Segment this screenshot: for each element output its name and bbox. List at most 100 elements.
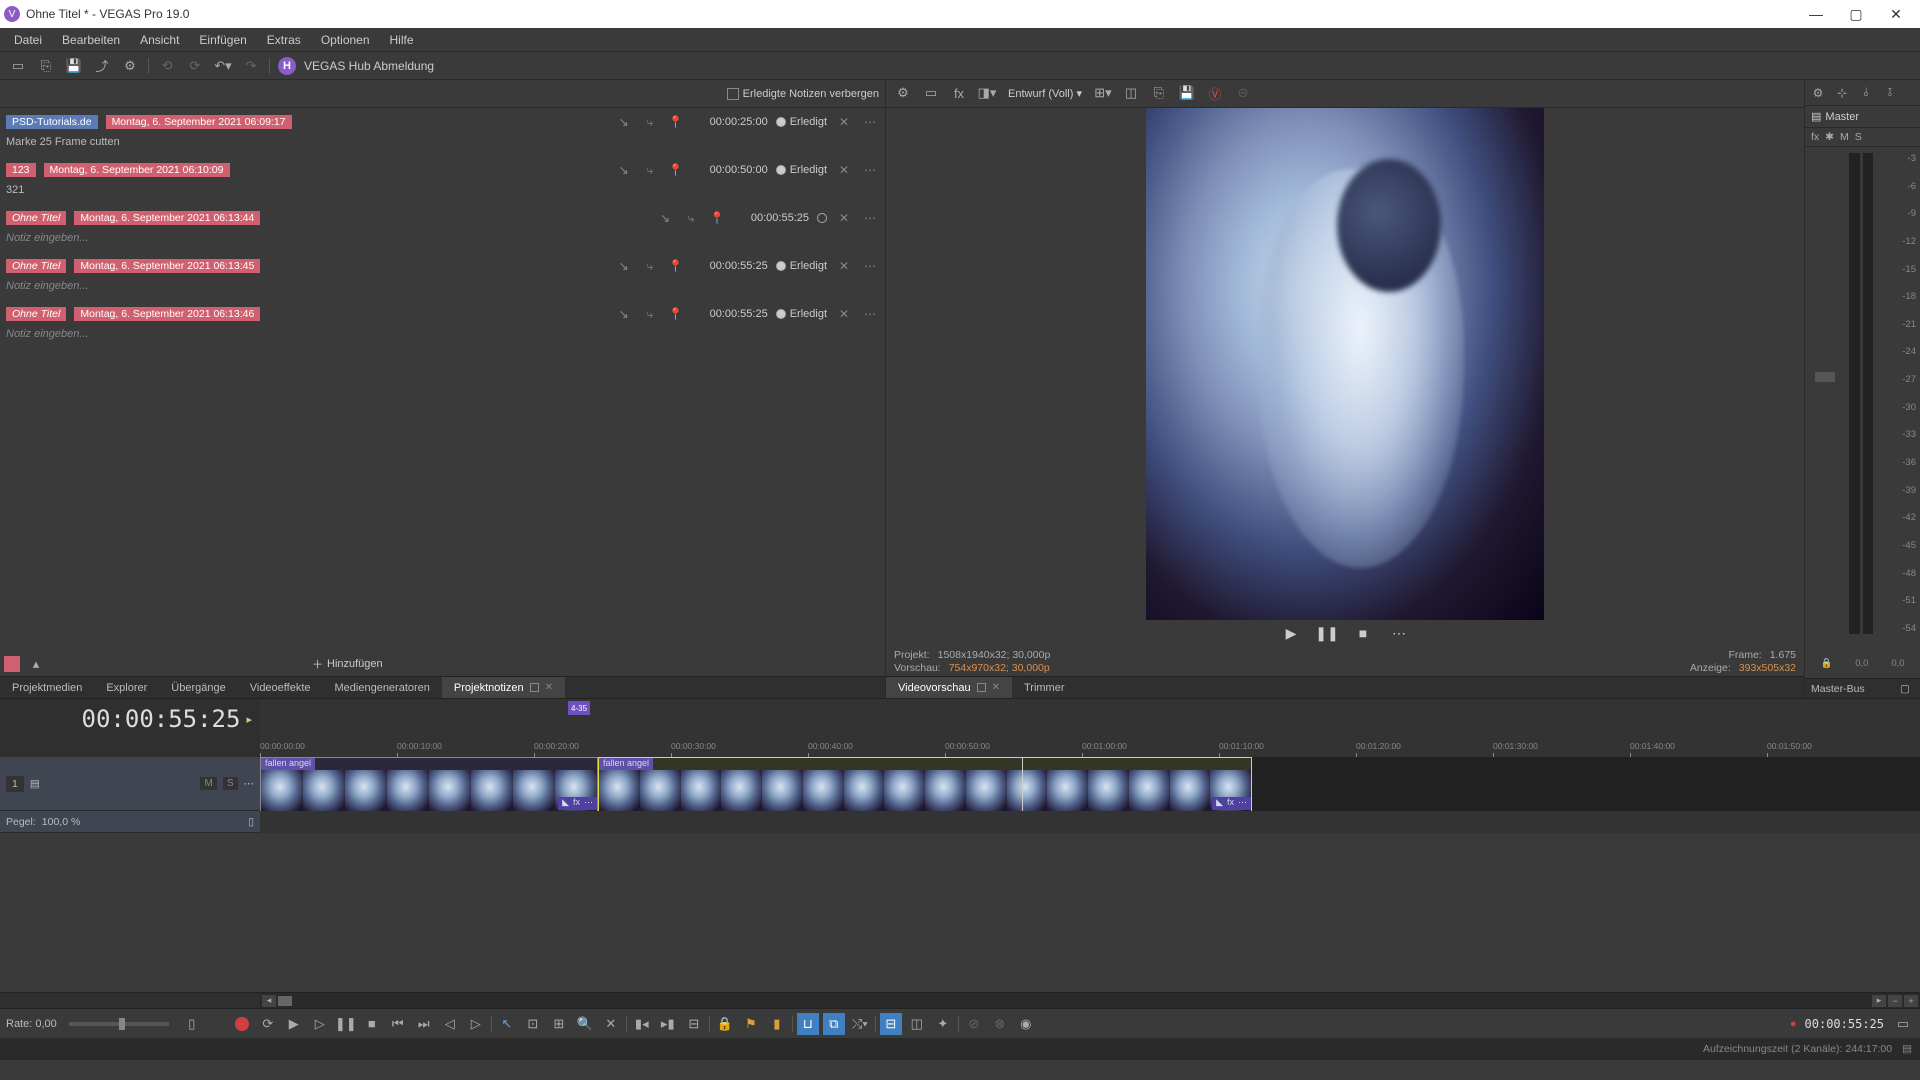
- note-goto-icon[interactable]: ↘: [615, 305, 633, 323]
- note-goto-icon[interactable]: ↘: [615, 113, 633, 131]
- note-status[interactable]: Erledigt: [776, 164, 827, 176]
- trim-end-icon[interactable]: ▸▮: [657, 1013, 679, 1035]
- menu-hilfe[interactable]: Hilfe: [380, 33, 424, 47]
- split-tool-icon[interactable]: ✕: [600, 1013, 622, 1035]
- note-jump-icon[interactable]: ⤷: [641, 305, 659, 323]
- tab-übergänge[interactable]: Übergänge: [159, 677, 237, 698]
- track-menu-icon[interactable]: ▤: [30, 778, 40, 790]
- preview-v-icon[interactable]: Ⓥ: [1204, 82, 1226, 104]
- menu-bearbeiten[interactable]: Bearbeiten: [52, 33, 130, 47]
- note-item[interactable]: PSD-Tutorials.deMontag, 6. September 202…: [0, 108, 885, 156]
- next-frame-button[interactable]: ▷: [465, 1013, 487, 1035]
- note-delete-icon[interactable]: ✕: [835, 305, 853, 323]
- tab-trimmer[interactable]: Trimmer: [1012, 677, 1077, 698]
- preview-settings-icon[interactable]: ⚙: [892, 82, 914, 104]
- note-placeholder[interactable]: Notiz eingeben...: [6, 278, 879, 294]
- scroll-right-button[interactable]: ▸: [1872, 995, 1886, 1007]
- note-status[interactable]: Erledigt: [776, 116, 827, 128]
- preview-quality-dropdown[interactable]: Entwurf (Voll) ▾: [1004, 87, 1086, 100]
- fader-handle-icon[interactable]: [1815, 372, 1835, 382]
- master-insert-icon[interactable]: ⊹: [1833, 84, 1851, 102]
- scroll-left-button[interactable]: ◂: [262, 995, 276, 1007]
- preview-external-icon[interactable]: ▭: [920, 82, 942, 104]
- undo-dropdown-icon[interactable]: ↶▾: [213, 56, 233, 76]
- master-solo-button[interactable]: S: [1855, 131, 1862, 143]
- note-status[interactable]: Erledigt: [776, 308, 827, 320]
- note-more-icon[interactable]: ⋯: [861, 113, 879, 131]
- master-bus-tab[interactable]: Master-Bus ▢: [1805, 678, 1920, 698]
- menu-optionen[interactable]: Optionen: [311, 33, 380, 47]
- add-note-button[interactable]: ＋ Hinzufügen: [312, 656, 383, 672]
- misc-icon-3[interactable]: ◉: [1015, 1013, 1037, 1035]
- preview-copy-icon[interactable]: ⎘: [1148, 82, 1170, 104]
- rate-marker-icon[interactable]: ▯: [181, 1013, 203, 1035]
- preview-grid-icon[interactable]: ⊞▾: [1092, 82, 1114, 104]
- go-start-button[interactable]: ⏮: [387, 1013, 409, 1035]
- pause-button[interactable]: ❚❚: [1315, 623, 1339, 643]
- master-fx-icon[interactable]: fx: [1811, 131, 1819, 143]
- tl-pause-button[interactable]: ❚❚: [335, 1013, 357, 1035]
- note-description[interactable]: 321: [6, 182, 879, 198]
- loop-button[interactable]: ⟳: [257, 1013, 279, 1035]
- save-project-icon[interactable]: 💾: [64, 56, 84, 76]
- render-icon[interactable]: ⤴: [92, 56, 112, 76]
- marker-chip[interactable]: 4-35: [568, 701, 590, 715]
- play-from-start-button[interactable]: ▶: [283, 1013, 305, 1035]
- marker-icon[interactable]: ⚑: [740, 1013, 762, 1035]
- tl-stop-button[interactable]: ■: [361, 1013, 383, 1035]
- note-goto-icon[interactable]: ↘: [615, 161, 633, 179]
- track-solo-button[interactable]: S: [223, 777, 238, 790]
- master-settings-icon[interactable]: ⚙: [1809, 84, 1827, 102]
- selection-tool-icon[interactable]: ⊡: [522, 1013, 544, 1035]
- transport-more-icon[interactable]: ⋯: [1387, 623, 1411, 643]
- track-header[interactable]: 1 ▤ M S ⋯: [0, 757, 260, 811]
- auto-crossfade-icon[interactable]: ⤭▾: [849, 1013, 871, 1035]
- note-pin-icon[interactable]: 📍: [667, 161, 685, 179]
- note-more-icon[interactable]: ⋯: [861, 257, 879, 275]
- note-goto-icon[interactable]: ↘: [656, 209, 674, 227]
- footer-box-icon[interactable]: ▭: [1892, 1013, 1914, 1035]
- note-goto-icon[interactable]: ↘: [615, 257, 633, 275]
- note-pin-icon[interactable]: 📍: [667, 113, 685, 131]
- playhead[interactable]: [1022, 757, 1023, 811]
- play-button[interactable]: ▶: [1279, 623, 1303, 643]
- preview-save-icon[interactable]: 💾: [1176, 82, 1198, 104]
- note-delete-icon[interactable]: ✕: [835, 209, 853, 227]
- color-icon[interactable]: ✦: [932, 1013, 954, 1035]
- normal-edit-tool-icon[interactable]: ↖: [496, 1013, 518, 1035]
- hide-completed-checkbox[interactable]: Erledigte Notizen verbergen: [727, 88, 879, 100]
- properties-icon[interactable]: ⚙: [120, 56, 140, 76]
- menu-einfuegen[interactable]: Einfügen: [189, 33, 256, 47]
- maximize-button[interactable]: ▢: [1836, 0, 1876, 28]
- clip-fx-badge[interactable]: ◣fx⋯: [558, 797, 597, 810]
- note-description[interactable]: Marke 25 Frame cutten: [6, 134, 879, 150]
- hub-text[interactable]: VEGAS Hub Abmeldung: [304, 59, 434, 73]
- master-downmix-icon[interactable]: ⫱: [1881, 84, 1899, 102]
- note-color-swatch[interactable]: [4, 656, 20, 672]
- master-menu-icon[interactable]: ▤: [1811, 110, 1821, 123]
- misc-icon-1[interactable]: ⊘: [963, 1013, 985, 1035]
- tab-videovorschau[interactable]: Videovorschau✕: [886, 677, 1012, 698]
- clip-fx-badge[interactable]: ◣fx⋯: [1212, 797, 1251, 810]
- note-pin-icon[interactable]: 📍: [667, 305, 685, 323]
- footer-timecode[interactable]: 00:00:55:25: [1805, 1017, 1884, 1031]
- preview-fx-icon[interactable]: fx: [948, 82, 970, 104]
- timecode-dropdown-icon[interactable]: ▸: [246, 713, 252, 726]
- redo-icon[interactable]: ⟳: [185, 56, 205, 76]
- go-end-button[interactable]: ⏭: [413, 1013, 435, 1035]
- master-mute-button[interactable]: M: [1840, 131, 1849, 143]
- rate-slider[interactable]: [69, 1022, 169, 1026]
- time-ruler[interactable]: 00:00:00:0000:00:10:0000:00:20:0000:00:3…: [260, 739, 1920, 757]
- ignore-group-icon[interactable]: ⊟: [880, 1013, 902, 1035]
- note-jump-icon[interactable]: ⤷: [682, 209, 700, 227]
- tab-projektmedien[interactable]: Projektmedien: [0, 677, 94, 698]
- master-auto-icon[interactable]: ✱: [1825, 131, 1834, 143]
- preview-split-icon[interactable]: ◨▾: [976, 82, 998, 104]
- undo-icon[interactable]: ⟲: [157, 56, 177, 76]
- track-more-icon[interactable]: ⋯: [244, 778, 255, 790]
- menu-extras[interactable]: Extras: [257, 33, 311, 47]
- note-item[interactable]: 123Montag, 6. September 2021 06:10:09↘ ⤷…: [0, 156, 885, 204]
- tab-close-icon[interactable]: ✕: [992, 682, 1000, 693]
- split-clip-icon[interactable]: ⊟: [683, 1013, 705, 1035]
- note-pin-icon[interactable]: 📍: [667, 257, 685, 275]
